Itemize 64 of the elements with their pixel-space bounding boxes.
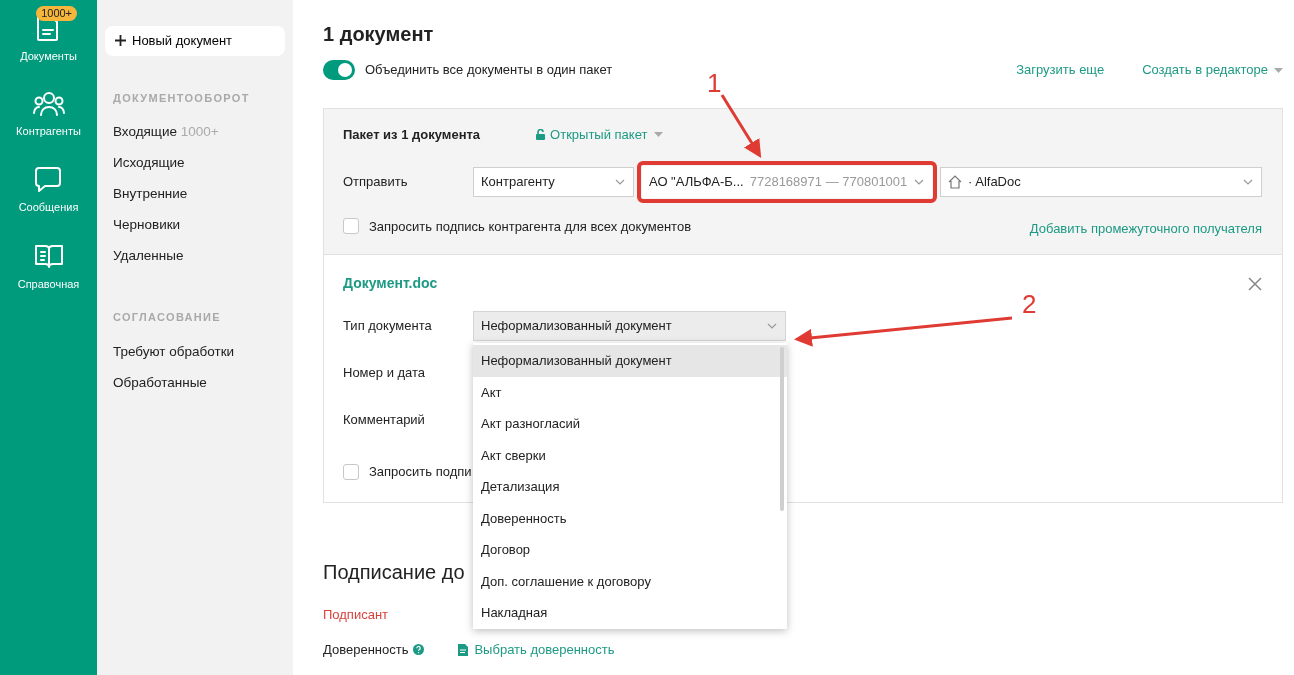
- field-label: Доверенность: [323, 641, 409, 659]
- caret-icon: [1274, 67, 1283, 73]
- chat-bubble-icon[interactable]: [34, 165, 63, 193]
- dropdown-option[interactable]: Доп. соглашение к договору: [473, 565, 787, 597]
- field-label: Подписант: [323, 605, 389, 624]
- dropdown-option[interactable]: Акт разногласий: [473, 408, 787, 440]
- dropdown-option[interactable]: Неформализованный документ: [473, 345, 787, 377]
- dropdown-option[interactable]: Договор: [473, 534, 787, 566]
- page-title: 1 документ: [323, 22, 435, 46]
- field-label: Комментарий: [343, 411, 426, 430]
- dropdown-link[interactable]: Создать в редакторе: [1142, 60, 1283, 80]
- field-label: Тип документа: [343, 317, 433, 336]
- chevron-down-icon: [615, 178, 625, 185]
- chevron-down-icon: [767, 323, 777, 329]
- dropdown-option[interactable]: Акт сверки: [473, 439, 787, 471]
- sidebar-item[interactable]: Черновики: [105, 209, 285, 240]
- nav-label[interactable]: Документы: [20, 48, 77, 65]
- sidebar-item[interactable]: Удаленные: [105, 240, 285, 271]
- section-heading: СОГЛАСОВАНИЕ: [112, 310, 222, 325]
- section-title: Подписание до: [323, 559, 465, 585]
- dropdown-option[interactable]: Накладная: [473, 597, 787, 629]
- nav-label[interactable]: Справочная: [17, 275, 80, 292]
- dropdown-option[interactable]: Детализация: [473, 471, 787, 503]
- nav-label[interactable]: Сообщения: [18, 199, 79, 216]
- toggle-switch[interactable]: [323, 60, 355, 80]
- annotation-arrow: [720, 94, 762, 159]
- sidebar-item[interactable]: Обработанные: [105, 366, 285, 398]
- count-badge: 1000+: [36, 6, 78, 21]
- sidebar-item[interactable]: Исходящие: [105, 147, 285, 178]
- sidebar-item[interactable]: Входящие 1000+: [105, 116, 285, 147]
- field-label: Отправить: [343, 172, 409, 191]
- document-icon: [458, 643, 469, 656]
- nav-label[interactable]: Контрагенты: [16, 122, 81, 139]
- choose-attorney-link[interactable]: Выбрать доверенность: [458, 640, 615, 660]
- sidebar-item[interactable]: Требуют обработки: [105, 335, 285, 367]
- dropdown-option[interactable]: Доверенность: [473, 502, 787, 534]
- chevron-down-icon: [914, 178, 924, 185]
- select-field[interactable]: · AlfaDoc: [940, 166, 1262, 197]
- package-title: Пакет из 1 документа: [343, 126, 481, 144]
- checkbox-label: Запросить подпи: [369, 463, 472, 481]
- unlock-icon: [536, 129, 548, 141]
- section-heading: ДОКУМЕНТООБОРОТ: [112, 90, 251, 106]
- plus-icon: [115, 35, 126, 47]
- checkbox[interactable]: [343, 218, 359, 235]
- field-label: Номер и дата: [343, 364, 427, 383]
- scrollbar-thumb[interactable]: [780, 347, 784, 511]
- help-icon[interactable]: [413, 644, 425, 656]
- people-icon[interactable]: [31, 90, 66, 117]
- caret-icon: [654, 132, 664, 138]
- dropdown-option[interactable]: Акт: [473, 376, 787, 408]
- toggle-label: Объединить все документы в один пакет: [365, 61, 613, 80]
- select-field[interactable]: АО "АЛЬФА-Б... 7728168971 — 770801001: [642, 165, 932, 198]
- annotation-number: 1: [707, 70, 722, 96]
- annotation-number: 2: [1022, 291, 1037, 317]
- new-document-button[interactable]: Новый документ: [105, 26, 285, 56]
- load-more-link[interactable]: Загрузить еще: [1016, 60, 1105, 80]
- select-field[interactable]: Контрагенту: [473, 166, 634, 197]
- sidebar-item[interactable]: Внутренние: [105, 178, 285, 209]
- document-name-link[interactable]: Документ.doc: [343, 273, 438, 294]
- checkbox-label: Запросить подпись контрагента для всех документов: [369, 217, 692, 236]
- home-icon: [948, 174, 962, 189]
- chevron-down-icon: [1243, 178, 1253, 185]
- close-icon[interactable]: [1248, 276, 1262, 291]
- checkbox[interactable]: [343, 463, 359, 480]
